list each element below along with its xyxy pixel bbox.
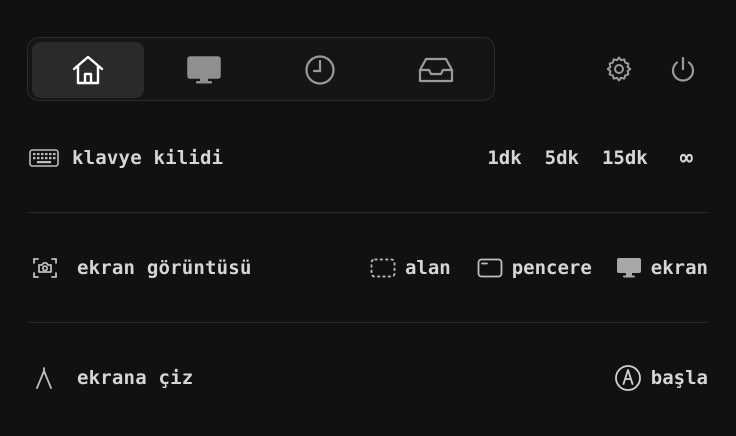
draw-row: ekrana çiz başla bbox=[28, 356, 708, 400]
home-icon bbox=[72, 55, 104, 85]
tab-monitor[interactable] bbox=[148, 42, 260, 98]
screenshot-screen-option[interactable]: ekran bbox=[616, 257, 708, 279]
tab-history[interactable] bbox=[264, 42, 376, 98]
draw-start-button[interactable]: başla bbox=[614, 364, 708, 392]
keyboard-lock-label: klavye kilidi bbox=[72, 147, 224, 169]
keyboard-icon bbox=[29, 148, 59, 168]
screenshot-options: alan pencere ekran bbox=[370, 246, 708, 290]
screenshot-area-label: alan bbox=[404, 257, 451, 279]
duration-15dk[interactable]: 15dk bbox=[602, 147, 648, 169]
draw-options: başla bbox=[614, 356, 708, 400]
divider bbox=[28, 322, 708, 323]
screen-icon bbox=[616, 257, 642, 279]
keyboard-lock-row: klavye kilidi 1dk 5dk 15dk ∞ bbox=[28, 136, 708, 180]
monitor-icon bbox=[187, 56, 221, 84]
power-icon bbox=[671, 56, 695, 82]
draw-start-label: başla bbox=[650, 367, 708, 389]
tab-inbox[interactable] bbox=[380, 42, 492, 98]
screenshot-label: ekran görüntüsü bbox=[77, 257, 252, 279]
inbox-icon bbox=[418, 57, 454, 83]
compass-pen-icon bbox=[35, 366, 53, 390]
screenshot-area-option[interactable]: alan bbox=[370, 257, 451, 279]
tab-home[interactable] bbox=[32, 42, 144, 98]
screenshot-window-option[interactable]: pencere bbox=[477, 257, 592, 279]
draw-label: ekrana çiz bbox=[77, 367, 194, 389]
duration-5dk[interactable]: 5dk bbox=[545, 147, 579, 169]
settings-button[interactable] bbox=[603, 52, 635, 86]
window-icon bbox=[477, 258, 503, 278]
settings-icon bbox=[606, 56, 632, 82]
clock-icon bbox=[305, 55, 335, 85]
tab-bar bbox=[27, 37, 495, 101]
duration-options: 1dk 5dk 15dk ∞ bbox=[487, 136, 708, 180]
screenshot-screen-label: ekran bbox=[650, 257, 708, 279]
screenshot-window-label: pencere bbox=[511, 257, 592, 279]
camera-icon bbox=[33, 257, 57, 279]
duration-1dk[interactable]: 1dk bbox=[487, 147, 521, 169]
selection-area-icon bbox=[370, 258, 396, 278]
duration-infinite[interactable]: ∞ bbox=[680, 146, 693, 171]
power-button[interactable] bbox=[667, 52, 699, 86]
screenshot-row: ekran görüntüsü alan pencere ekran bbox=[28, 246, 708, 290]
pen-circle-icon bbox=[614, 364, 642, 392]
divider bbox=[28, 212, 708, 213]
